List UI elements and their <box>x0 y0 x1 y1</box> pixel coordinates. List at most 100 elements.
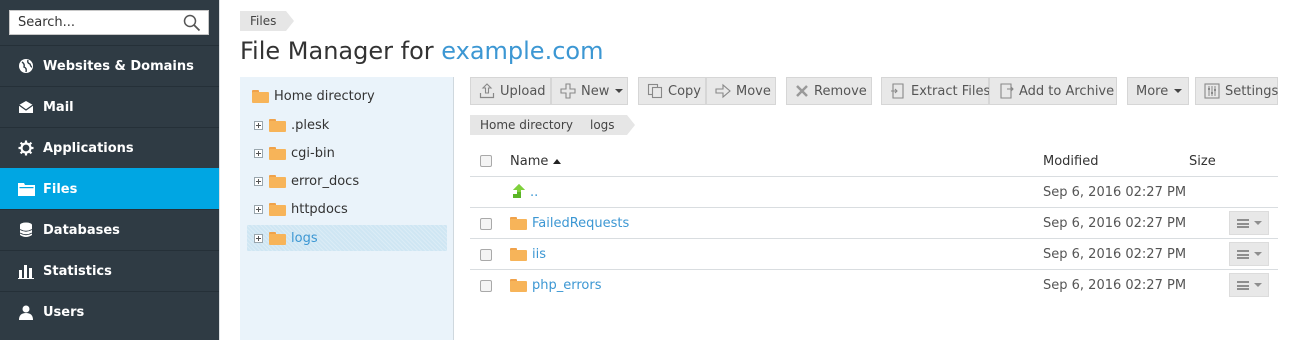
tree-item-label: logs <box>291 230 318 246</box>
row-actions-button[interactable] <box>1229 273 1269 297</box>
nav-item-label: Applications <box>43 140 134 156</box>
expand-icon[interactable] <box>254 233 263 243</box>
chevron-down-icon <box>1174 89 1183 93</box>
expand-icon[interactable] <box>254 120 263 130</box>
row-checkbox[interactable] <box>480 279 492 292</box>
column-size-label: Size <box>1189 153 1216 169</box>
new-button[interactable]: New <box>551 77 628 105</box>
up-arrow-icon <box>510 183 526 203</box>
select-all-checkbox-cell <box>480 146 492 176</box>
checkbox-cell <box>480 208 492 239</box>
folder-tree: Home directory .plesk cgi-bin error_docs… <box>240 77 454 340</box>
name-cell: .. <box>510 177 538 208</box>
table-row-parent[interactable]: .. Sep 6, 2016 02:27 PM <box>470 177 1278 208</box>
table-row[interactable]: php_errors Sep 6, 2016 02:27 PM <box>470 270 1278 301</box>
remove-button[interactable]: Remove <box>786 77 872 105</box>
sidebar: Websites & Domains Mail Applications Fil… <box>0 0 219 340</box>
table-row[interactable]: FailedRequests Sep 6, 2016 02:27 PM <box>470 208 1278 239</box>
file-name-link[interactable]: .. <box>530 185 538 200</box>
upload-button[interactable]: Upload <box>470 77 551 105</box>
folder-icon <box>510 279 527 292</box>
chevron-down-icon <box>1253 252 1262 256</box>
nav-item-mail[interactable]: Mail <box>0 86 219 127</box>
database-icon <box>17 221 35 239</box>
row-actions-button[interactable] <box>1229 242 1269 266</box>
add-to-archive-label: Add to Archive <box>1019 83 1115 99</box>
row-checkbox[interactable] <box>480 217 492 230</box>
nav-item-databases[interactable]: Databases <box>0 209 219 250</box>
expand-icon[interactable] <box>254 148 263 158</box>
more-button[interactable]: More <box>1127 77 1189 105</box>
settings-label: Settings <box>1225 83 1279 99</box>
file-name-link[interactable]: FailedRequests <box>532 216 629 231</box>
settings-button[interactable]: Settings <box>1195 77 1278 105</box>
upload-label: Upload <box>500 83 546 99</box>
nav-item-label: Users <box>43 304 85 320</box>
archive-icon <box>998 83 1014 99</box>
extract-files-button[interactable]: Extract Files <box>881 77 991 105</box>
folder-icon <box>269 202 286 216</box>
row-checkbox[interactable] <box>480 248 492 261</box>
add-to-archive-button[interactable]: Add to Archive <box>989 77 1117 105</box>
expand-icon[interactable] <box>254 176 263 186</box>
move-button[interactable]: Move <box>706 77 776 105</box>
name-cell: iis <box>510 239 546 270</box>
tree-item-label: httpdocs <box>291 201 348 217</box>
breadcrumb-files[interactable]: Files <box>240 11 295 31</box>
copy-icon <box>647 83 663 99</box>
tree-item-error-docs[interactable]: error_docs <box>254 170 359 192</box>
search-box[interactable] <box>9 10 209 35</box>
file-name-link[interactable]: php_errors <box>532 278 602 293</box>
tree-item-httpdocs[interactable]: httpdocs <box>254 198 348 220</box>
bar-chart-icon <box>17 262 35 280</box>
search-icon[interactable] <box>183 14 201 36</box>
nav-item-label: Files <box>43 181 78 197</box>
nav-item-label: Websites & Domains <box>43 58 194 74</box>
menu-icon <box>1236 249 1249 259</box>
folder-icon <box>510 248 527 261</box>
folder-icon <box>269 146 286 160</box>
folder-icon <box>269 118 286 132</box>
chevron-down-icon <box>615 89 624 93</box>
tree-item-plesk[interactable]: .plesk <box>254 114 329 136</box>
search-input[interactable] <box>10 11 175 34</box>
new-label: New <box>581 83 610 99</box>
extract-files-label: Extract Files <box>911 83 991 99</box>
modified-cell: Sep 6, 2016 02:27 PM <box>1043 216 1187 231</box>
nav-item-statistics[interactable]: Statistics <box>0 250 219 291</box>
gear-icon <box>17 139 35 157</box>
row-actions-button[interactable] <box>1229 211 1269 235</box>
user-icon <box>17 303 35 321</box>
tree-root[interactable]: Home directory <box>252 89 375 104</box>
x-icon <box>795 83 809 99</box>
checkbox-cell <box>480 239 492 270</box>
folder-icon <box>510 217 527 230</box>
folder-icon <box>252 90 269 103</box>
column-header-size[interactable]: Size <box>1189 146 1216 176</box>
move-label: Move <box>736 83 771 99</box>
column-header-modified[interactable]: Modified <box>1043 146 1098 176</box>
column-name-label: Name <box>510 153 549 169</box>
tree-item-logs[interactable]: logs <box>247 225 447 251</box>
plus-icon <box>560 83 576 99</box>
nav-item-websites-domains[interactable]: Websites & Domains <box>0 45 219 86</box>
expand-icon[interactable] <box>254 204 263 214</box>
nav-item-applications[interactable]: Applications <box>0 127 219 168</box>
nav-item-users[interactable]: Users <box>0 291 219 332</box>
nav-item-label: Statistics <box>43 263 112 279</box>
nav-item-files[interactable]: Files <box>0 168 219 209</box>
column-header-name[interactable]: Name <box>510 146 562 176</box>
main-nav: Websites & Domains Mail Applications Fil… <box>0 45 219 332</box>
table-row[interactable]: iis Sep 6, 2016 02:27 PM <box>470 239 1278 270</box>
sliders-icon <box>1204 83 1220 99</box>
name-cell: php_errors <box>510 270 602 301</box>
tree-item-cgi-bin[interactable]: cgi-bin <box>254 142 335 164</box>
path-crumb-home[interactable]: Home directory <box>470 115 591 135</box>
domain-link[interactable]: example.com <box>441 37 603 65</box>
copy-button[interactable]: Copy <box>638 77 706 105</box>
modified-cell: Sep 6, 2016 02:27 PM <box>1043 247 1187 262</box>
file-name-link[interactable]: iis <box>532 247 546 262</box>
upload-icon <box>479 83 495 99</box>
main-content: Files File Manager for example.com Home … <box>219 0 1296 340</box>
select-all-checkbox[interactable] <box>480 155 492 167</box>
